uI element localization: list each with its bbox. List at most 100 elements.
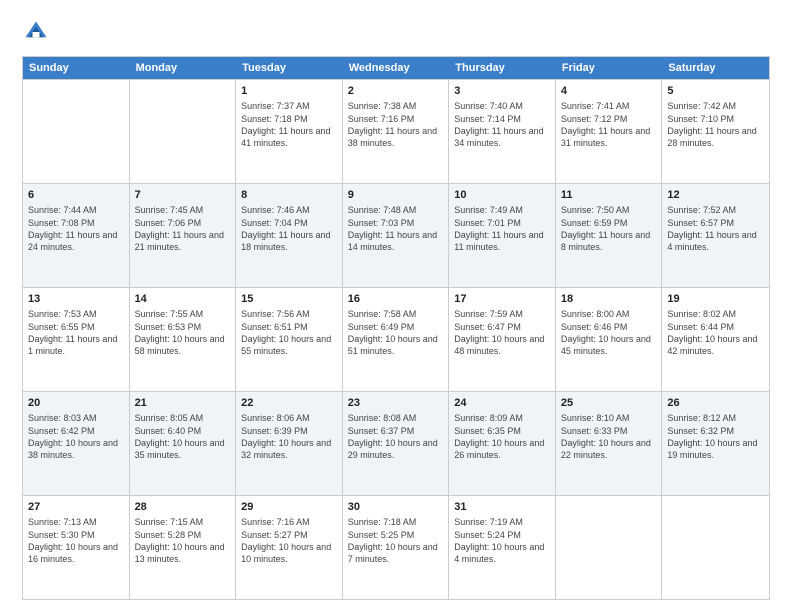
calendar-header: SundayMondayTuesdayWednesdayThursdayFrid… <box>23 57 769 79</box>
cell-info: Sunrise: 8:06 AM Sunset: 6:39 PM Dayligh… <box>241 412 337 461</box>
day-number: 28 <box>135 500 231 515</box>
calendar-cell-row5-col7 <box>662 496 769 599</box>
calendar-cell-row2-col2: 7Sunrise: 7:45 AM Sunset: 7:06 PM Daylig… <box>130 184 237 287</box>
calendar-cell-row2-col1: 6Sunrise: 7:44 AM Sunset: 7:08 PM Daylig… <box>23 184 130 287</box>
weekday-header-saturday: Saturday <box>662 57 769 79</box>
day-number: 25 <box>561 396 657 411</box>
calendar-cell-row3-col7: 19Sunrise: 8:02 AM Sunset: 6:44 PM Dayli… <box>662 288 769 391</box>
calendar-row-2: 6Sunrise: 7:44 AM Sunset: 7:08 PM Daylig… <box>23 183 769 287</box>
page: SundayMondayTuesdayWednesdayThursdayFrid… <box>0 0 792 612</box>
cell-info: Sunrise: 7:49 AM Sunset: 7:01 PM Dayligh… <box>454 204 550 253</box>
cell-info: Sunrise: 8:00 AM Sunset: 6:46 PM Dayligh… <box>561 308 657 357</box>
day-number: 5 <box>667 84 764 99</box>
calendar-row-4: 20Sunrise: 8:03 AM Sunset: 6:42 PM Dayli… <box>23 391 769 495</box>
day-number: 19 <box>667 292 764 307</box>
calendar-cell-row4-col5: 24Sunrise: 8:09 AM Sunset: 6:35 PM Dayli… <box>449 392 556 495</box>
cell-info: Sunrise: 7:40 AM Sunset: 7:14 PM Dayligh… <box>454 100 550 149</box>
cell-info: Sunrise: 7:59 AM Sunset: 6:47 PM Dayligh… <box>454 308 550 357</box>
cell-info: Sunrise: 7:52 AM Sunset: 6:57 PM Dayligh… <box>667 204 764 253</box>
day-number: 24 <box>454 396 550 411</box>
day-number: 23 <box>348 396 444 411</box>
header <box>22 18 770 46</box>
calendar-cell-row1-col5: 3Sunrise: 7:40 AM Sunset: 7:14 PM Daylig… <box>449 80 556 183</box>
day-number: 2 <box>348 84 444 99</box>
cell-info: Sunrise: 7:18 AM Sunset: 5:25 PM Dayligh… <box>348 516 444 565</box>
cell-info: Sunrise: 8:02 AM Sunset: 6:44 PM Dayligh… <box>667 308 764 357</box>
weekday-header-thursday: Thursday <box>449 57 556 79</box>
calendar-cell-row5-col4: 30Sunrise: 7:18 AM Sunset: 5:25 PM Dayli… <box>343 496 450 599</box>
cell-info: Sunrise: 8:08 AM Sunset: 6:37 PM Dayligh… <box>348 412 444 461</box>
weekday-header-wednesday: Wednesday <box>343 57 450 79</box>
logo-icon <box>22 18 50 46</box>
calendar-cell-row2-col5: 10Sunrise: 7:49 AM Sunset: 7:01 PM Dayli… <box>449 184 556 287</box>
calendar-cell-row1-col2 <box>130 80 237 183</box>
day-number: 27 <box>28 500 124 515</box>
day-number: 26 <box>667 396 764 411</box>
day-number: 7 <box>135 188 231 203</box>
day-number: 12 <box>667 188 764 203</box>
cell-info: Sunrise: 7:19 AM Sunset: 5:24 PM Dayligh… <box>454 516 550 565</box>
cell-info: Sunrise: 8:05 AM Sunset: 6:40 PM Dayligh… <box>135 412 231 461</box>
weekday-header-monday: Monday <box>130 57 237 79</box>
day-number: 13 <box>28 292 124 307</box>
calendar-cell-row2-col3: 8Sunrise: 7:46 AM Sunset: 7:04 PM Daylig… <box>236 184 343 287</box>
calendar-cell-row5-col6 <box>556 496 663 599</box>
calendar-cell-row1-col3: 1Sunrise: 7:37 AM Sunset: 7:18 PM Daylig… <box>236 80 343 183</box>
day-number: 9 <box>348 188 444 203</box>
calendar-cell-row4-col1: 20Sunrise: 8:03 AM Sunset: 6:42 PM Dayli… <box>23 392 130 495</box>
cell-info: Sunrise: 8:03 AM Sunset: 6:42 PM Dayligh… <box>28 412 124 461</box>
calendar-cell-row3-col2: 14Sunrise: 7:55 AM Sunset: 6:53 PM Dayli… <box>130 288 237 391</box>
day-number: 31 <box>454 500 550 515</box>
calendar-cell-row4-col6: 25Sunrise: 8:10 AM Sunset: 6:33 PM Dayli… <box>556 392 663 495</box>
day-number: 17 <box>454 292 550 307</box>
calendar-cell-row5-col2: 28Sunrise: 7:15 AM Sunset: 5:28 PM Dayli… <box>130 496 237 599</box>
weekday-header-friday: Friday <box>556 57 663 79</box>
day-number: 22 <box>241 396 337 411</box>
calendar-cell-row2-col7: 12Sunrise: 7:52 AM Sunset: 6:57 PM Dayli… <box>662 184 769 287</box>
day-number: 11 <box>561 188 657 203</box>
day-number: 20 <box>28 396 124 411</box>
day-number: 10 <box>454 188 550 203</box>
day-number: 29 <box>241 500 337 515</box>
calendar-cell-row1-col7: 5Sunrise: 7:42 AM Sunset: 7:10 PM Daylig… <box>662 80 769 183</box>
calendar-cell-row3-col1: 13Sunrise: 7:53 AM Sunset: 6:55 PM Dayli… <box>23 288 130 391</box>
calendar-cell-row3-col3: 15Sunrise: 7:56 AM Sunset: 6:51 PM Dayli… <box>236 288 343 391</box>
cell-info: Sunrise: 7:41 AM Sunset: 7:12 PM Dayligh… <box>561 100 657 149</box>
calendar-cell-row5-col3: 29Sunrise: 7:16 AM Sunset: 5:27 PM Dayli… <box>236 496 343 599</box>
cell-info: Sunrise: 7:50 AM Sunset: 6:59 PM Dayligh… <box>561 204 657 253</box>
cell-info: Sunrise: 7:53 AM Sunset: 6:55 PM Dayligh… <box>28 308 124 357</box>
calendar-body: 1Sunrise: 7:37 AM Sunset: 7:18 PM Daylig… <box>23 79 769 599</box>
cell-info: Sunrise: 7:44 AM Sunset: 7:08 PM Dayligh… <box>28 204 124 253</box>
calendar-cell-row5-col5: 31Sunrise: 7:19 AM Sunset: 5:24 PM Dayli… <box>449 496 556 599</box>
calendar-cell-row2-col6: 11Sunrise: 7:50 AM Sunset: 6:59 PM Dayli… <box>556 184 663 287</box>
calendar-cell-row4-col2: 21Sunrise: 8:05 AM Sunset: 6:40 PM Dayli… <box>130 392 237 495</box>
cell-info: Sunrise: 8:09 AM Sunset: 6:35 PM Dayligh… <box>454 412 550 461</box>
calendar-cell-row5-col1: 27Sunrise: 7:13 AM Sunset: 5:30 PM Dayli… <box>23 496 130 599</box>
calendar-cell-row4-col4: 23Sunrise: 8:08 AM Sunset: 6:37 PM Dayli… <box>343 392 450 495</box>
cell-info: Sunrise: 8:12 AM Sunset: 6:32 PM Dayligh… <box>667 412 764 461</box>
calendar-cell-row4-col3: 22Sunrise: 8:06 AM Sunset: 6:39 PM Dayli… <box>236 392 343 495</box>
weekday-header-sunday: Sunday <box>23 57 130 79</box>
weekday-header-tuesday: Tuesday <box>236 57 343 79</box>
cell-info: Sunrise: 7:38 AM Sunset: 7:16 PM Dayligh… <box>348 100 444 149</box>
day-number: 15 <box>241 292 337 307</box>
day-number: 18 <box>561 292 657 307</box>
cell-info: Sunrise: 7:48 AM Sunset: 7:03 PM Dayligh… <box>348 204 444 253</box>
day-number: 3 <box>454 84 550 99</box>
cell-info: Sunrise: 7:56 AM Sunset: 6:51 PM Dayligh… <box>241 308 337 357</box>
day-number: 6 <box>28 188 124 203</box>
calendar-cell-row3-col4: 16Sunrise: 7:58 AM Sunset: 6:49 PM Dayli… <box>343 288 450 391</box>
cell-info: Sunrise: 7:55 AM Sunset: 6:53 PM Dayligh… <box>135 308 231 357</box>
calendar-row-1: 1Sunrise: 7:37 AM Sunset: 7:18 PM Daylig… <box>23 79 769 183</box>
cell-info: Sunrise: 7:37 AM Sunset: 7:18 PM Dayligh… <box>241 100 337 149</box>
day-number: 8 <box>241 188 337 203</box>
cell-info: Sunrise: 7:42 AM Sunset: 7:10 PM Dayligh… <box>667 100 764 149</box>
cell-info: Sunrise: 7:15 AM Sunset: 5:28 PM Dayligh… <box>135 516 231 565</box>
day-number: 14 <box>135 292 231 307</box>
day-number: 4 <box>561 84 657 99</box>
calendar-cell-row2-col4: 9Sunrise: 7:48 AM Sunset: 7:03 PM Daylig… <box>343 184 450 287</box>
calendar-cell-row1-col4: 2Sunrise: 7:38 AM Sunset: 7:16 PM Daylig… <box>343 80 450 183</box>
calendar: SundayMondayTuesdayWednesdayThursdayFrid… <box>22 56 770 600</box>
calendar-cell-row4-col7: 26Sunrise: 8:12 AM Sunset: 6:32 PM Dayli… <box>662 392 769 495</box>
day-number: 30 <box>348 500 444 515</box>
